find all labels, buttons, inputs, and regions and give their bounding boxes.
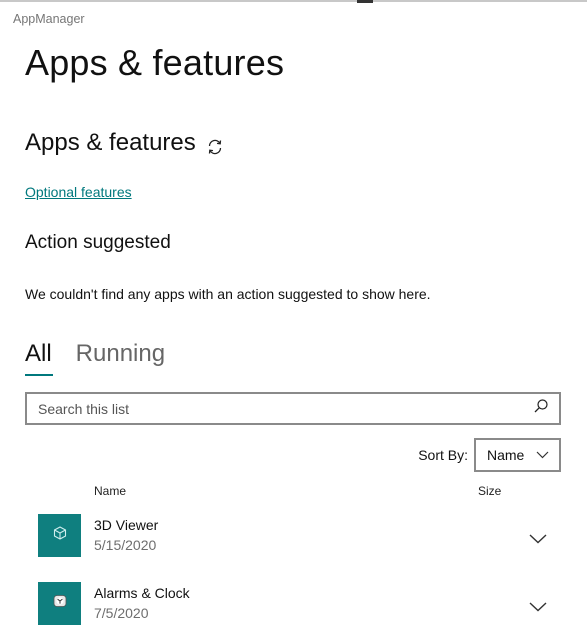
column-header-name[interactable]: Name xyxy=(94,484,126,498)
app-title: AppManager xyxy=(13,12,85,26)
app-name: Alarms & Clock xyxy=(94,585,190,601)
app-name: 3D Viewer xyxy=(94,517,159,533)
chevron-down-icon[interactable] xyxy=(529,531,547,544)
app-list-item[interactable]: Alarms & Clock 7/5/2020 xyxy=(0,582,587,640)
search-box xyxy=(25,392,561,425)
sort-label: Sort By: xyxy=(418,447,468,463)
sort-selected-value: Name xyxy=(487,447,525,463)
action-suggested-description: We couldn't find any apps with an action… xyxy=(25,286,431,302)
tab-all[interactable]: All xyxy=(25,340,53,376)
tab-running[interactable]: Running xyxy=(76,340,165,376)
app-list-item[interactable]: 3D Viewer 5/15/2020 xyxy=(0,514,587,574)
clock-icon xyxy=(53,594,67,613)
app-install-date: 5/15/2020 xyxy=(94,537,157,553)
app-install-date: 7/5/2020 xyxy=(94,605,149,621)
search-icon[interactable] xyxy=(533,398,549,419)
search-input[interactable] xyxy=(38,400,533,417)
app-tile xyxy=(38,582,81,625)
section-header: Apps & features xyxy=(25,129,224,157)
page-title: Apps & features xyxy=(25,42,285,83)
sort-dropdown[interactable]: Name xyxy=(474,438,561,472)
optional-features-link[interactable]: Optional features xyxy=(25,184,132,200)
refresh-icon[interactable] xyxy=(206,135,224,155)
app-tile xyxy=(38,514,81,557)
column-header-size[interactable]: Size xyxy=(478,484,501,498)
section-title: Apps & features xyxy=(25,129,196,156)
chevron-down-icon xyxy=(536,446,549,464)
window-drag-handle[interactable] xyxy=(357,0,373,3)
tab-bar: All Running xyxy=(25,340,165,376)
action-suggested-title: Action suggested xyxy=(25,232,171,253)
cube-icon xyxy=(53,526,67,545)
app-window: AppManager Apps & features Apps & featur… xyxy=(0,0,587,640)
sort-control: Sort By: Name xyxy=(418,438,561,472)
chevron-down-icon[interactable] xyxy=(529,599,547,612)
